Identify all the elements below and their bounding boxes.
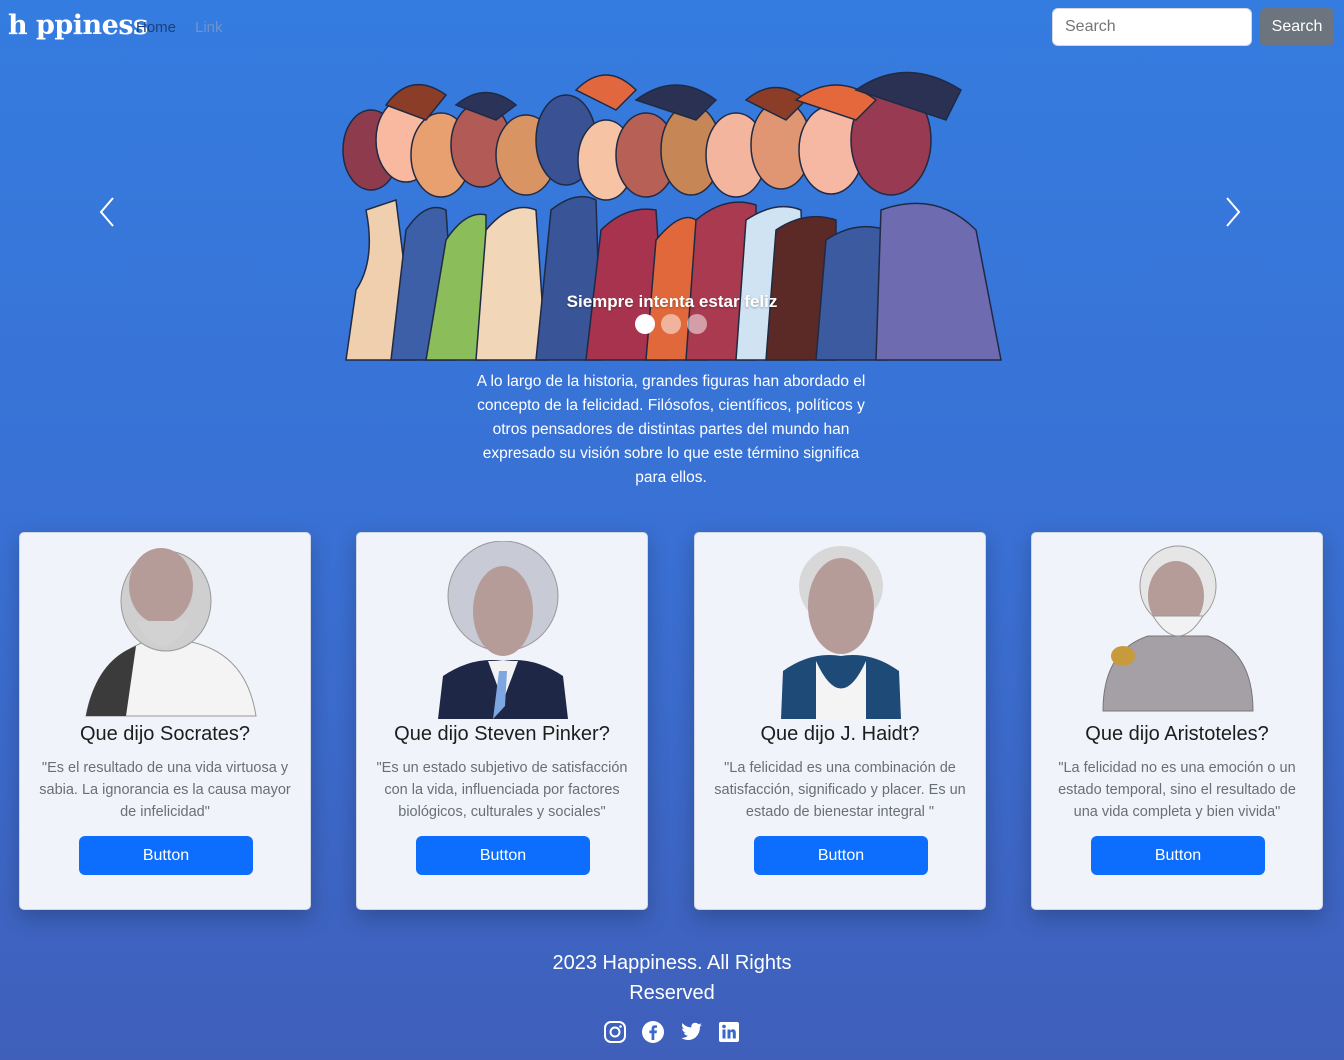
card-title: Que dijo Aristoteles?	[1085, 723, 1269, 745]
intro-paragraph: A lo largo de la historia, grandes figur…	[476, 373, 866, 486]
nav-link-link[interactable]: Link	[195, 19, 223, 36]
card-button[interactable]: Button	[754, 836, 928, 875]
card-title: Que dijo Steven Pinker?	[394, 723, 610, 745]
socrates-portrait-image	[85, 548, 257, 717]
chevron-left-icon	[99, 197, 114, 227]
aristoteles-portrait-image	[1102, 545, 1254, 712]
card-haidt: Que dijo J. Haidt? "La felicidad es una …	[694, 532, 986, 910]
carousel-caption: Siempre intenta estar feliz	[566, 292, 778, 311]
pinker-portrait-image	[438, 541, 568, 719]
card-pinker: Que dijo Steven Pinker? "Es un estado su…	[356, 532, 648, 910]
twitter-icon[interactable]	[679, 1020, 703, 1044]
nav-link-home[interactable]: Home	[136, 19, 176, 36]
carousel-indicator-3[interactable]	[687, 314, 707, 334]
brand-text: h ppiness	[8, 10, 148, 41]
chevron-right-icon	[1226, 197, 1241, 227]
carousel-prev-button[interactable]	[87, 190, 127, 234]
carousel-indicator-1[interactable]	[635, 314, 655, 334]
card-text: "La felicidad es una combinación de sati…	[714, 760, 966, 820]
card-button[interactable]: Button	[416, 836, 590, 875]
search-button[interactable]: Search	[1260, 8, 1334, 46]
card-text: "Es el resultado de una vida virtuosa y …	[39, 760, 291, 820]
instagram-icon[interactable]	[603, 1020, 627, 1044]
card-button[interactable]: Button	[79, 836, 253, 875]
linkedin-icon[interactable]	[717, 1020, 741, 1044]
footer-copyright: 2023 Happiness. All Rights Reserved	[552, 952, 792, 1004]
card-title: Que dijo Socrates?	[79, 723, 251, 745]
haidt-portrait-image	[781, 546, 901, 719]
social-links	[603, 1020, 741, 1044]
card-button[interactable]: Button	[1091, 836, 1265, 875]
search-input[interactable]	[1052, 8, 1252, 46]
carousel-indicators	[635, 314, 707, 334]
carousel-indicator-2[interactable]	[661, 314, 681, 334]
card-text: "La felicidad no es una emoción o un est…	[1058, 760, 1296, 820]
carousel-next-button[interactable]	[1213, 190, 1253, 234]
brand-logo[interactable]: h ppiness	[8, 10, 148, 41]
navbar: h ppiness Home Link Search	[0, 0, 1344, 56]
card-title: Que dijo J. Haidt?	[760, 723, 920, 745]
facebook-icon[interactable]	[641, 1020, 665, 1044]
card-text: "Es un estado subjetivo de satisfacción …	[376, 760, 628, 820]
card-aristoteles: Que dijo Aristoteles? "La felicidad no e…	[1031, 532, 1323, 910]
card-socrates: Que dijo Socrates? "Es el resultado de u…	[19, 532, 311, 910]
